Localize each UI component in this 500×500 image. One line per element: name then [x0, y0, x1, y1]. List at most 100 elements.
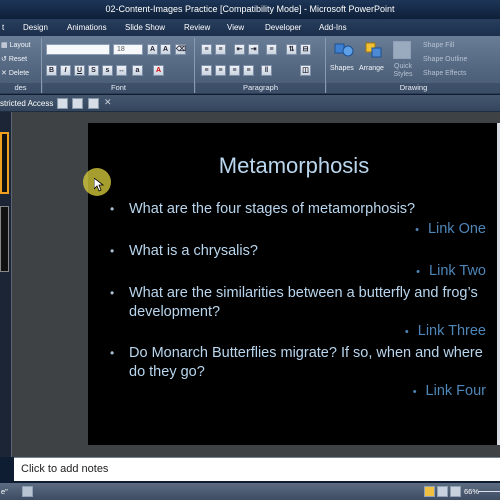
delete-button[interactable]: ✕ Delete	[1, 69, 29, 77]
link-text: Link Two	[429, 263, 486, 279]
bullets-button[interactable]: ≡	[201, 44, 212, 55]
font-group-label: Font	[43, 83, 194, 93]
bullet-item[interactable]: • What are the similarities between a bu…	[110, 284, 490, 322]
link-bullet-dot: •	[415, 224, 419, 236]
columns-button[interactable]: ‖	[261, 65, 272, 76]
link-bullet-dot: •	[404, 326, 409, 338]
bullet-text: What are the similarities between a butt…	[129, 285, 478, 320]
slides-group: ▦ Layout ↺ Reset ✕ Delete des	[0, 38, 42, 93]
customize-icon[interactable]	[88, 98, 99, 109]
font-name-combo[interactable]	[46, 44, 110, 55]
bullet-text: What are the four stages of metamorphosi…	[129, 201, 416, 217]
layout-label: Layout	[9, 42, 31, 49]
slide-thumbnail-selected[interactable]	[0, 132, 9, 194]
zoom-level: 66%	[464, 487, 480, 496]
increase-indent-button[interactable]: ⇥	[248, 44, 259, 55]
shape-effects-button[interactable]: Shape Effects	[423, 70, 466, 77]
tab-add-ins[interactable]: Add-Ins	[319, 19, 347, 36]
slide-title[interactable]: Metamorphosis	[88, 153, 500, 179]
paragraph-group-label: Paragraph	[196, 83, 325, 93]
layout-button[interactable]: ▦ Layout	[1, 41, 31, 49]
char-spacing-button[interactable]: ↔	[116, 65, 127, 76]
reset-label: Reset	[8, 56, 28, 63]
shape-fill-button[interactable]: Shape Fill	[423, 42, 454, 49]
spelling-icon[interactable]	[22, 486, 33, 497]
drawing-group-label: Drawing	[327, 83, 500, 93]
slide-canvas[interactable]: Metamorphosis • What are the four stages…	[88, 123, 500, 445]
quick-styles-button[interactable]: Quick Styles	[391, 63, 415, 79]
bullet-dot: •	[110, 202, 115, 216]
shapes-button[interactable]: Shapes	[330, 65, 354, 72]
link-bullet-dot: •	[416, 266, 421, 278]
font-size-value: 18	[117, 46, 125, 53]
notes-pane[interactable]: Click to add notes	[14, 457, 500, 481]
quick-styles-icon	[393, 41, 411, 59]
font-color-button[interactable]: A	[153, 65, 164, 76]
justify-button[interactable]: ≡	[243, 65, 254, 76]
link-four[interactable]: • Link Four	[413, 383, 486, 399]
bullet-dot: •	[110, 244, 115, 258]
layout-icon: ▦	[1, 42, 8, 49]
reset-button[interactable]: ↺ Reset	[1, 55, 27, 63]
strikethrough-button[interactable]: S	[88, 65, 99, 76]
bullet-dot: •	[110, 286, 115, 300]
shape-outline-button[interactable]: Shape Outline	[423, 56, 467, 63]
slides-thumbnail-pane	[0, 112, 12, 457]
arrange-button[interactable]: Arrange	[359, 65, 384, 72]
decrease-indent-button[interactable]: ⇤	[234, 44, 245, 55]
line-spacing-button[interactable]: ≡	[266, 44, 277, 55]
shadow-button[interactable]: s	[102, 65, 113, 76]
document-icon[interactable]	[72, 98, 83, 109]
clear-format-button[interactable]: ⌫	[175, 44, 186, 55]
arrange-icon	[363, 41, 385, 59]
notes-placeholder: Click to add notes	[21, 463, 109, 475]
zoom-slider[interactable]	[478, 491, 500, 492]
tab-slide-show[interactable]: Slide Show	[125, 19, 165, 36]
status-theme-text: e"	[1, 487, 8, 496]
link-bullet-dot: •	[412, 386, 417, 398]
delete-label: Delete	[8, 70, 30, 77]
paragraph-group: ≡ ≡ ⇤ ⇥ ≡ ⇅ ⊟ ≡ ≡ ≡ ≡ ‖ ◫ Paragraph	[196, 38, 326, 93]
bullet-item[interactable]: • Do Monarch Butterflies migrate? If so,…	[110, 344, 490, 382]
link-two[interactable]: • Link Two	[416, 263, 486, 279]
numbering-button[interactable]: ≡	[215, 44, 226, 55]
mouse-cursor-icon	[94, 178, 104, 192]
italic-button[interactable]: I	[60, 65, 71, 76]
slide-sorter-button[interactable]	[437, 486, 448, 497]
tab-developer[interactable]: Developer	[265, 19, 301, 36]
change-case-button[interactable]: a	[132, 65, 143, 76]
slide-show-button[interactable]	[450, 486, 461, 497]
normal-view-button[interactable]	[424, 486, 435, 497]
tab-design[interactable]: Design	[23, 19, 48, 36]
bullet-item[interactable]: • What are the four stages of metamorpho…	[110, 200, 490, 219]
align-right-button[interactable]: ≡	[229, 65, 240, 76]
slides-group-label: des	[0, 83, 41, 93]
underline-button[interactable]: U	[74, 65, 85, 76]
link-three[interactable]: • Link Three	[405, 323, 486, 339]
font-size-combo[interactable]: 18	[113, 44, 143, 55]
align-left-button[interactable]: ≡	[201, 65, 212, 76]
center-button[interactable]: ≡	[215, 65, 226, 76]
bold-button[interactable]: B	[46, 65, 57, 76]
align-text-button[interactable]: ⊟	[300, 44, 311, 55]
window-title: 02-Content-Images Practice [Compatibilit…	[105, 4, 395, 14]
close-message-bar-icon[interactable]: ✕	[104, 97, 112, 108]
restricted-access-text: stricted Access	[0, 99, 54, 108]
window-title-bar: 02-Content-Images Practice [Compatibilit…	[0, 0, 500, 19]
bullet-item[interactable]: • What is a chrysalis?	[110, 242, 490, 261]
shrink-font-button[interactable]: A	[160, 44, 171, 55]
link-text: Link One	[427, 221, 486, 237]
slide-thumbnail[interactable]	[0, 206, 9, 272]
smartart-button[interactable]: ◫	[300, 65, 311, 76]
tab-animations[interactable]: Animations	[67, 19, 107, 36]
status-bar: e" 66%	[0, 483, 500, 500]
message-bar: stricted Access ✕	[0, 95, 500, 112]
link-one[interactable]: • Link One	[415, 221, 486, 237]
permission-icon[interactable]	[57, 98, 68, 109]
text-direction-button[interactable]: ⇅	[286, 44, 297, 55]
tab-animations-partial[interactable]: t	[2, 19, 4, 36]
tab-review[interactable]: Review	[184, 19, 210, 36]
tab-view[interactable]: View	[227, 19, 244, 36]
grow-font-button[interactable]: A	[147, 44, 158, 55]
font-group: 18 A A ⌫ B I U S s ↔ a A Font	[43, 38, 195, 93]
